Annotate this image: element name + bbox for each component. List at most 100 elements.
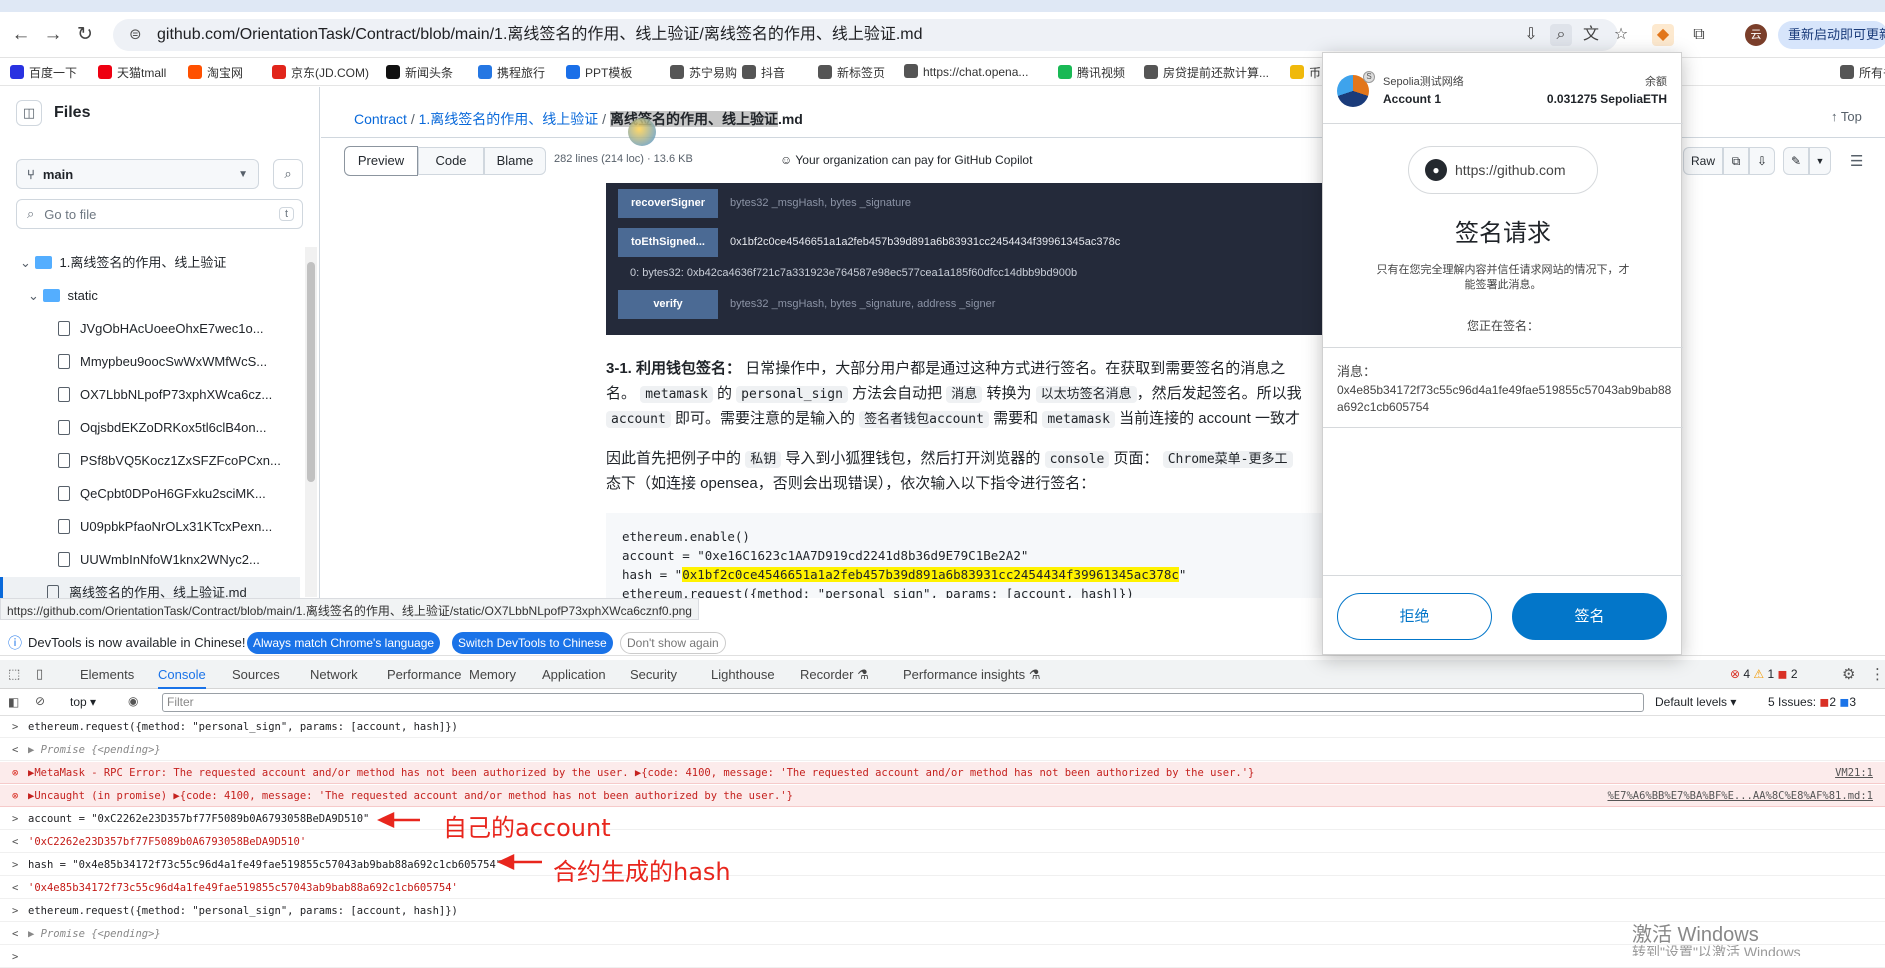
- breadcrumb-repo[interactable]: Contract: [354, 111, 407, 127]
- bookmark-star-icon[interactable]: ☆: [1610, 24, 1632, 46]
- devtools-tab[interactable]: Console: [158, 667, 206, 689]
- translate-icon[interactable]: 文: [1580, 24, 1602, 46]
- bookmark-item[interactable]: 房贷提前还款计算...: [1144, 64, 1269, 81]
- inspect-element-icon[interactable]: ⬚: [8, 666, 20, 682]
- bookmark-item[interactable]: 苏宁易购: [670, 64, 737, 81]
- bookmark-item[interactable]: 百度一下: [10, 64, 77, 81]
- lens-icon[interactable]: ⌕: [1550, 24, 1572, 46]
- tree-file[interactable]: OqjsbdEKZoDRKox5tl6clB4on...: [0, 412, 300, 444]
- tab-blame[interactable]: Blame: [484, 147, 546, 175]
- tab-preview[interactable]: Preview: [344, 146, 418, 176]
- forward-icon[interactable]: →: [40, 22, 66, 48]
- console-row[interactable]: ⊗ ▶MetaMask - RPC Error: The requested ac…: [0, 762, 1885, 784]
- collapse-sidebar-icon[interactable]: ◫: [16, 100, 42, 126]
- console-row[interactable]: > ethereum.request({method: "personal_sig…: [0, 716, 1885, 738]
- bookmark-item[interactable]: 新闻头条: [386, 64, 453, 81]
- devtools-tab[interactable]: Memory: [469, 667, 516, 682]
- tree-folder[interactable]: ⌄ static: [0, 280, 300, 312]
- tree-file[interactable]: PSf8bVQ5Kocz1ZxSFZFcoPCxn...: [0, 445, 300, 477]
- devtools-tab[interactable]: Elements: [80, 667, 134, 682]
- sidebar-toggle-icon[interactable]: ◧: [8, 695, 19, 709]
- bookmark-item[interactable]: 淘宝网: [188, 64, 243, 81]
- top-link[interactable]: ↑ Top: [1831, 109, 1862, 124]
- go-to-file-input[interactable]: ⌕ Go to file t: [16, 199, 303, 229]
- raw-button[interactable]: Raw: [1683, 147, 1723, 175]
- tree-file[interactable]: Mmypbeu9oocSwWxWMfWcS...: [0, 346, 300, 378]
- edit-pencil-icon[interactable]: ✎: [1783, 147, 1809, 175]
- log-levels-dropdown[interactable]: Default levels ▾: [1655, 695, 1736, 709]
- devtools-tab[interactable]: Performance: [387, 667, 461, 682]
- chevron-down-icon[interactable]: ⌄: [28, 288, 43, 303]
- bookmark-item[interactable]: PPT模板: [566, 64, 632, 81]
- search-icon[interactable]: ⌕: [273, 159, 303, 189]
- device-toolbar-icon[interactable]: ▯: [36, 666, 43, 682]
- bookmark-item[interactable]: 币: [1290, 64, 1321, 81]
- console-row[interactable]: > ethereum.request({method: "personal_sig…: [0, 900, 1885, 922]
- to-eth-signed-button[interactable]: toEthSigned...: [618, 228, 718, 257]
- devtools-tab[interactable]: Recorder ⚗: [800, 667, 869, 683]
- live-expression-eye-icon[interactable]: ◉: [128, 694, 138, 708]
- console-row[interactable]: < '0xC2262e23D357bf77F5089b0A6793058BeDA9…: [0, 831, 1885, 853]
- devtools-tab[interactable]: Security: [630, 667, 677, 682]
- branch-selector[interactable]: ⑂ main ▼: [16, 159, 259, 189]
- more-options-icon[interactable]: ⋮: [1870, 665, 1885, 683]
- scrollbar-thumb[interactable]: [307, 262, 315, 482]
- console-row[interactable]: > hash = "0x4e85b34172f73c55c96d4a1fe49fa…: [0, 854, 1885, 876]
- devtools-tab[interactable]: Application: [542, 667, 606, 682]
- console-row[interactable]: < '0x4e85b34172f73c55c96d4a1fe49fae519855…: [0, 877, 1885, 899]
- symbols-icon[interactable]: ☰: [1850, 152, 1863, 170]
- console-filter-input[interactable]: Filter: [162, 693, 1644, 712]
- tree-file[interactable]: OX7LbbNLpofP73xphXWca6cz...: [0, 379, 300, 411]
- site-info-icon[interactable]: ⊜: [129, 19, 142, 51]
- issues-link[interactable]: 5 Issues: ◼2 ◼3: [1768, 695, 1856, 709]
- bookmark-item[interactable]: 京东(JD.COM): [272, 64, 369, 81]
- tree-file[interactable]: UUWmbInNfoW1knx2WNyc2...: [0, 544, 300, 576]
- bookmark-item[interactable]: 腾讯视频: [1058, 64, 1125, 81]
- reject-button[interactable]: 拒绝: [1337, 593, 1492, 640]
- console-row[interactable]: < ▶ Promise {<pending>}: [0, 739, 1885, 761]
- extensions-icon[interactable]: ⧉: [1688, 24, 1710, 46]
- verify-button[interactable]: verify: [618, 290, 718, 319]
- bookmark-item[interactable]: 携程旅行: [478, 64, 545, 81]
- profile-avatar[interactable]: 云: [1745, 24, 1767, 46]
- dont-show-again-button[interactable]: Don't show again: [620, 632, 726, 654]
- address-bar[interactable]: ⊜ github.com/OrientationTask/Contract/bl…: [113, 19, 1618, 51]
- chevron-down-icon[interactable]: ▼: [1809, 147, 1831, 175]
- switch-chinese-button[interactable]: Switch DevTools to Chinese: [452, 632, 613, 654]
- chevron-down-icon[interactable]: ⌄: [20, 255, 35, 270]
- sign-button[interactable]: 签名: [1512, 593, 1667, 640]
- console-source-link[interactable]: VM21:1: [1835, 762, 1873, 784]
- tree-file[interactable]: QeCpbt0DPoH6GFxku2sciMK...: [0, 478, 300, 510]
- settings-gear-icon[interactable]: ⚙: [1842, 665, 1855, 683]
- back-icon[interactable]: ←: [8, 22, 34, 48]
- bookmark-item[interactable]: 新标签页: [818, 64, 885, 81]
- devtools-tab[interactable]: Sources: [232, 667, 280, 682]
- console-row[interactable]: >: [0, 946, 1885, 968]
- tree-folder[interactable]: ⌄ 1.离线签名的作用、线上验证: [0, 247, 300, 279]
- recover-signer-button[interactable]: recoverSigner: [618, 189, 718, 218]
- tree-file[interactable]: U09pbkPfaoNrOLx31KTcxPexn...: [0, 511, 300, 543]
- install-icon[interactable]: ⇩: [1520, 24, 1542, 46]
- bookmark-item[interactable]: 所有书: [1840, 64, 1885, 81]
- console-row[interactable]: > account = "0xC2262e23D357bf77F5089b0A67…: [0, 808, 1885, 830]
- issue-counters[interactable]: ⊗ 4 ⚠ 1 ◼ 2: [1730, 667, 1798, 681]
- console-source-link[interactable]: %E7%A6%BB%E7%BA%BF%E...AA%8C%E8%AF%81.md…: [1607, 785, 1873, 807]
- devtools-tab[interactable]: Network: [310, 667, 358, 682]
- bookmark-item[interactable]: 抖音: [742, 64, 785, 81]
- console-row[interactable]: ⊗ ▶Uncaught (in promise) ▶{code: 4100, me…: [0, 785, 1885, 807]
- download-icon[interactable]: ⇩: [1749, 147, 1775, 175]
- context-selector[interactable]: top ▾: [70, 695, 96, 709]
- relaunch-button[interactable]: 重新启动即可更新: [1778, 21, 1885, 49]
- bookmark-item[interactable]: https://chat.opena...: [904, 64, 1028, 79]
- devtools-tab[interactable]: Performance insights ⚗: [903, 667, 1040, 683]
- copy-icon[interactable]: ⧉: [1723, 147, 1749, 175]
- breadcrumb-folder[interactable]: 1.离线签名的作用、线上验证: [419, 111, 599, 127]
- scrollbar[interactable]: [305, 247, 317, 597]
- match-language-button[interactable]: Always match Chrome's language: [247, 632, 441, 654]
- tab-code[interactable]: Code: [418, 147, 484, 175]
- console-row[interactable]: < ▶ Promise {<pending>}: [0, 923, 1885, 945]
- bookmark-item[interactable]: 天猫tmall: [98, 64, 166, 81]
- clear-console-icon[interactable]: ⊘: [35, 694, 45, 708]
- devtools-tab[interactable]: Lighthouse: [711, 667, 775, 682]
- reload-icon[interactable]: ↻: [72, 22, 98, 48]
